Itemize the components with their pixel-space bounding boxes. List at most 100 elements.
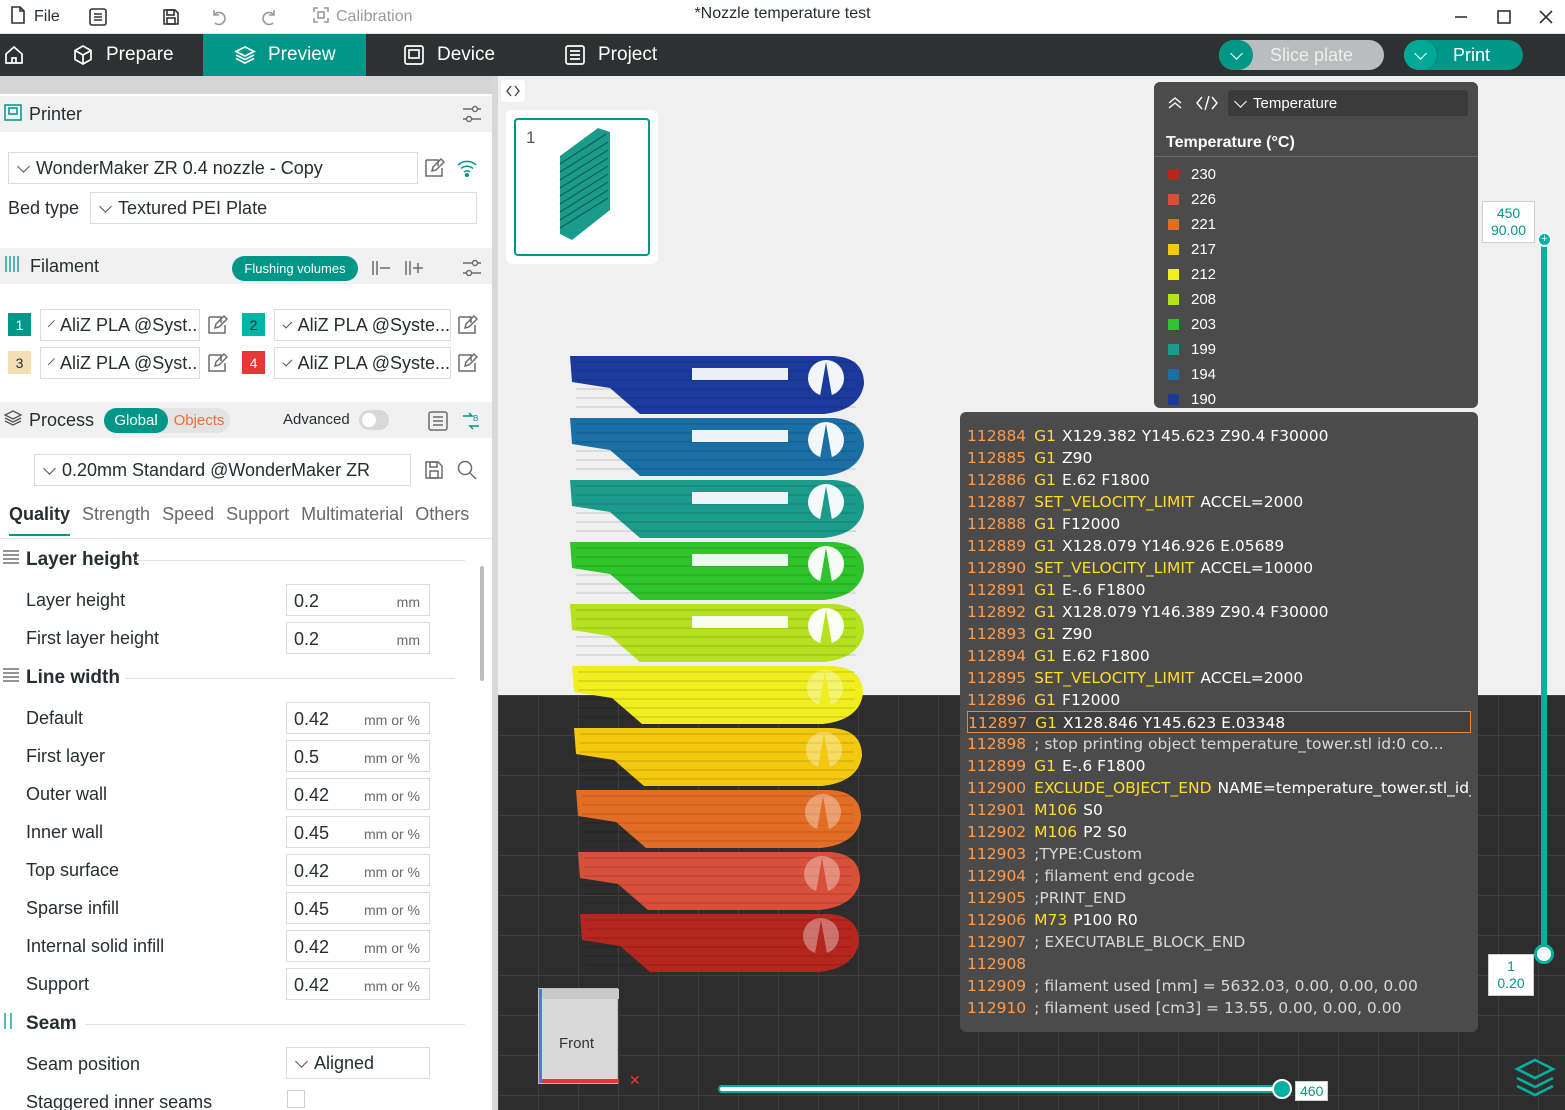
- outer-wall-width-field[interactable]: 0.42 mm or %: [286, 778, 430, 810]
- remove-filament-icon[interactable]: [370, 257, 392, 284]
- main-menu-icon[interactable]: [88, 0, 108, 34]
- legend-value: 194: [1191, 365, 1217, 383]
- tab-multimaterial[interactable]: Multimaterial: [301, 504, 403, 536]
- edit-filament-4-icon[interactable]: [456, 352, 479, 379]
- gcode-args: F12000: [1062, 691, 1121, 709]
- search-icon[interactable]: [456, 459, 478, 486]
- slice-plate-button[interactable]: Slice plate: [1219, 40, 1384, 70]
- move-slider-handle[interactable]: [1272, 1079, 1292, 1099]
- add-filament-icon[interactable]: [403, 257, 425, 284]
- advanced-toggle[interactable]: [359, 410, 389, 430]
- edit-filament-2-icon[interactable]: [456, 314, 479, 341]
- inner-wall-width-field[interactable]: 0.45 mm or %: [286, 816, 430, 848]
- sparse-infill-width-field[interactable]: 0.45 mm or %: [286, 892, 430, 924]
- edit-filament-1-icon[interactable]: [206, 314, 229, 341]
- view-type-select[interactable]: Temperature: [1228, 90, 1468, 116]
- gcode-view-icon[interactable]: [1196, 94, 1218, 117]
- home-button[interactable]: [3, 34, 33, 76]
- global-toggle-option[interactable]: Global: [104, 408, 168, 433]
- top-surface-width-field[interactable]: 0.42 mm or %: [286, 854, 430, 886]
- sidebar-scrollbar[interactable]: [480, 566, 484, 681]
- process-preset-select[interactable]: 0.20mm Standard @WonderMaker ZR: [34, 454, 411, 486]
- edit-printer-icon[interactable]: [423, 157, 446, 184]
- print-dropdown-chevron-icon[interactable]: [1404, 40, 1438, 70]
- save-preset-icon[interactable]: [423, 459, 445, 486]
- tab-speed[interactable]: Speed: [162, 504, 214, 536]
- tab-others[interactable]: Others: [415, 504, 469, 536]
- filament-slot-1-badge[interactable]: 1: [8, 313, 31, 336]
- line-width-group-title: Line width: [26, 667, 120, 688]
- slice-dropdown-chevron-icon[interactable]: [1219, 40, 1253, 70]
- tower-block: [570, 418, 864, 476]
- undo-icon[interactable]: [209, 0, 229, 34]
- tab-device[interactable]: Device: [403, 34, 495, 76]
- objects-toggle-option[interactable]: Objects: [170, 408, 228, 433]
- staggered-inner-seams-checkbox[interactable]: [287, 1090, 305, 1108]
- flushing-volumes-button[interactable]: Flushing volumes: [232, 256, 358, 281]
- tab-quality[interactable]: Quality: [9, 504, 71, 536]
- legend-swatch: [1168, 193, 1179, 205]
- filament-slot-2-badge[interactable]: 2: [242, 313, 265, 336]
- filament-slot-3-badge[interactable]: 3: [8, 351, 31, 374]
- chevron-down-icon: [295, 1054, 308, 1068]
- close-button[interactable]: [1537, 0, 1555, 34]
- plate-thumbnail[interactable]: 1: [514, 118, 650, 256]
- tab-prepare[interactable]: Prepare: [72, 34, 174, 76]
- gcode-line: 112897 G1 X128.846 Y145.623 E.03348: [967, 711, 1471, 733]
- tab-support[interactable]: Support: [226, 504, 289, 536]
- filament-slot-4-badge[interactable]: 4: [242, 351, 265, 374]
- tab-project[interactable]: Project: [564, 34, 657, 76]
- filament-slot-2-select[interactable]: AliZ PLA @Syste...: [274, 309, 451, 341]
- seam-group-icon: [2, 1011, 20, 1037]
- gcode-command: G1: [1034, 647, 1057, 665]
- tab-strength[interactable]: Strength: [82, 504, 150, 536]
- collapse-sidebar-icon[interactable]: [501, 80, 525, 102]
- first-layer-height-field[interactable]: 0.2 mm: [286, 622, 430, 654]
- wifi-icon[interactable]: [456, 157, 478, 184]
- first-layer-width-field[interactable]: 0.5 mm or %: [286, 740, 430, 772]
- sparse-infill-width-label: Sparse infill: [26, 898, 120, 918]
- move-slider-track[interactable]: [718, 1085, 1288, 1093]
- gcode-line: 112905 ;PRINT_END: [967, 887, 1471, 909]
- edit-filament-3-icon[interactable]: [206, 352, 229, 379]
- view-cube[interactable]: Front: [538, 988, 619, 1084]
- support-width-field[interactable]: 0.42 mm or %: [286, 968, 430, 1000]
- filament-slot-4-select[interactable]: AliZ PLA @Syste...: [274, 347, 451, 379]
- filament-settings-icon[interactable]: [461, 257, 483, 284]
- legend-entry: 217: [1168, 239, 1216, 259]
- gcode-line-number: 112886: [967, 471, 1027, 489]
- filament-slot-3-select[interactable]: AliZ PLA @Syst...: [40, 347, 200, 379]
- internal-solid-infill-width-label: Internal solid infill: [26, 936, 165, 956]
- printer-settings-icon[interactable]: [461, 103, 483, 130]
- seam-position-select[interactable]: Aligned: [286, 1047, 430, 1079]
- internal-solid-infill-width-field[interactable]: 0.42 mm or %: [286, 930, 430, 962]
- file-menu[interactable]: File: [8, 0, 60, 34]
- tabs-divider: [0, 538, 492, 539]
- collapse-legend-icon[interactable]: [1166, 94, 1184, 117]
- printer-preset-select[interactable]: WonderMaker ZR 0.4 nozzle - Copy: [8, 152, 418, 184]
- redo-icon[interactable]: [259, 0, 279, 34]
- calibration-menu[interactable]: Calibration: [312, 0, 412, 34]
- process-list-icon[interactable]: [427, 410, 449, 437]
- compare-presets-icon[interactable]: B: [460, 410, 482, 437]
- layer-height-field[interactable]: 0.2 mm: [286, 584, 430, 616]
- default-width-field[interactable]: 0.42 mm or %: [286, 702, 430, 734]
- layer-bottom-handle[interactable]: [1534, 944, 1554, 964]
- tab-preview[interactable]: Preview: [203, 34, 366, 76]
- print-button[interactable]: Print: [1404, 40, 1523, 70]
- minimize-button[interactable]: [1452, 0, 1470, 34]
- filament-slot-1-select[interactable]: AliZ PLA @Syst...: [40, 309, 200, 341]
- gcode-args: ; filament used [cm3] = 13.55, 0.00, 0.0…: [1034, 999, 1402, 1017]
- layer-slider-track[interactable]: [1541, 239, 1547, 955]
- staggered-inner-seams-label: Staggered inner seams: [26, 1092, 213, 1110]
- gcode-args: F12000: [1062, 515, 1121, 533]
- gcode-command: G1: [1034, 691, 1057, 709]
- save-icon[interactable]: [161, 0, 181, 34]
- printer-section-header[interactable]: Printer: [0, 96, 492, 132]
- layers-toggle-icon[interactable]: [1512, 1056, 1558, 1105]
- process-section-header[interactable]: Process: [0, 402, 492, 438]
- bed-type-select[interactable]: Textured PEI Plate: [90, 192, 477, 224]
- layer-top-handle[interactable]: +: [1537, 232, 1552, 247]
- preview-viewport[interactable]: 1 Front ✕ Temperature Temperature (°C) 2…: [498, 76, 1565, 1110]
- maximize-button[interactable]: [1495, 0, 1513, 34]
